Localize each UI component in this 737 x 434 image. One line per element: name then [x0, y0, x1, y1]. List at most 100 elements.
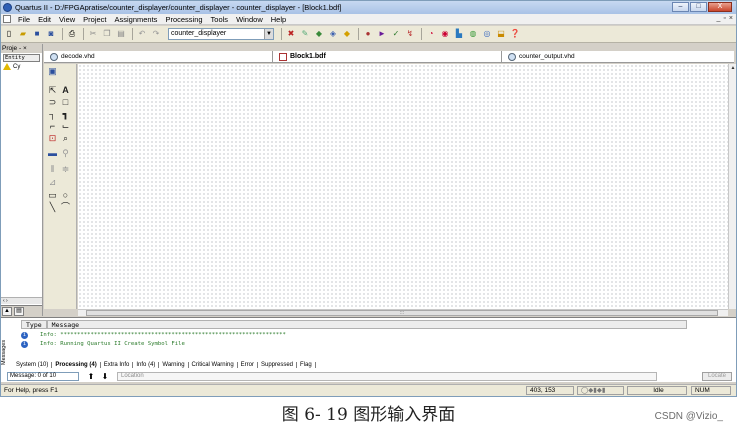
- message-row[interactable]: i Info: *********************************…: [21, 332, 286, 339]
- print-icon[interactable]: ⎙: [66, 28, 78, 40]
- menu-tools[interactable]: Tools: [207, 15, 233, 24]
- settings-icon[interactable]: ◆: [313, 28, 325, 40]
- partial-line-icon[interactable]: ⌐: [47, 121, 58, 132]
- tab-suppressed[interactable]: Suppressed: [258, 362, 298, 368]
- entity-column-header[interactable]: Entity: [3, 54, 40, 62]
- timing-icon[interactable]: ↯: [404, 28, 416, 40]
- close-button[interactable]: X: [708, 2, 732, 12]
- column-message[interactable]: Message: [46, 320, 687, 329]
- project-select[interactable]: counter_displayer ▼: [168, 28, 274, 40]
- flip-vertical-icon[interactable]: ≑: [60, 164, 71, 175]
- select-tool-icon[interactable]: ⇱: [47, 85, 58, 96]
- locate-button[interactable]: Locate: [702, 372, 732, 381]
- menu-view[interactable]: View: [55, 15, 79, 24]
- tab-counter-output-vhd[interactable]: counter_output.vhd: [508, 51, 575, 62]
- save-all-icon[interactable]: ◙: [45, 28, 57, 40]
- menu-help[interactable]: Help: [267, 15, 290, 24]
- block-diagram-canvas[interactable]: [78, 64, 728, 309]
- start-compilation-icon[interactable]: ●: [362, 28, 374, 40]
- paste-icon[interactable]: ▤: [115, 28, 127, 40]
- menu-edit[interactable]: Edit: [34, 15, 55, 24]
- tab-separator: [272, 51, 273, 62]
- find-icon[interactable]: ⚲: [60, 148, 71, 159]
- arrow-up-icon[interactable]: ⬆: [85, 371, 97, 383]
- scrollbar-thumb[interactable]: :::: [86, 310, 718, 316]
- message-row[interactable]: i Info: Running Quartus II Create Symbol …: [21, 341, 185, 348]
- hierarchy-tab-icon[interactable]: ▲: [2, 307, 12, 316]
- timequest-icon[interactable]: ◔: [425, 28, 437, 40]
- menu-project[interactable]: Project: [79, 15, 110, 24]
- pin-tool-icon[interactable]: □: [60, 97, 71, 108]
- assignment-editor-icon[interactable]: ✖: [285, 28, 297, 40]
- synthesis-icon[interactable]: ✓: [390, 28, 402, 40]
- chevron-down-icon[interactable]: ▼: [264, 29, 273, 39]
- doc-close-button[interactable]: ×: [729, 15, 733, 22]
- chip-planner-icon[interactable]: ⬓: [495, 28, 507, 40]
- arc-icon[interactable]: ⌒: [60, 202, 71, 213]
- document-icon[interactable]: [3, 15, 11, 23]
- hierarchy-node[interactable]: Cy: [3, 63, 40, 70]
- new-icon[interactable]: ▯: [3, 28, 15, 40]
- pin-planner-icon[interactable]: ✎: [299, 28, 311, 40]
- doc-restore-button[interactable]: ▫: [723, 15, 725, 22]
- save-icon[interactable]: ■: [31, 28, 43, 40]
- toolbar-separator: [421, 28, 422, 40]
- flip-horizontal-icon[interactable]: ⫴: [47, 164, 58, 175]
- files-tab-icon[interactable]: ▤: [14, 307, 24, 316]
- tab-processing[interactable]: Processing (4): [52, 362, 101, 368]
- tab-flag[interactable]: Flag: [297, 362, 316, 368]
- canvas-horizontal-scrollbar[interactable]: :::: [78, 309, 728, 316]
- orthogonal-node-icon[interactable]: ┐: [47, 109, 58, 120]
- menu-assignments[interactable]: Assignments: [111, 15, 162, 24]
- chip-icon[interactable]: ◈: [327, 28, 339, 40]
- orthogonal-bus-icon[interactable]: ┓: [60, 109, 71, 120]
- project-navigator-header[interactable]: Proje - ×: [1, 44, 42, 53]
- text-tool-icon[interactable]: A: [60, 85, 71, 96]
- tab-error[interactable]: Error: [238, 362, 258, 368]
- block-diagram-file-icon: [279, 52, 287, 61]
- line-icon[interactable]: ╲: [47, 202, 58, 213]
- open-icon[interactable]: ▰: [17, 28, 29, 40]
- sopc-icon[interactable]: ◎: [481, 28, 493, 40]
- undo-icon[interactable]: ↶: [136, 28, 148, 40]
- pin-toolbar-icon[interactable]: ▣: [47, 66, 58, 77]
- navigator-horizontal-scrollbar[interactable]: ‹ ›: [1, 297, 42, 304]
- tab-info[interactable]: Info (4): [133, 362, 160, 368]
- full-screen-icon[interactable]: ▬: [47, 148, 58, 159]
- use-rubberbanding-icon[interactable]: ⌙: [60, 121, 71, 132]
- minimize-button[interactable]: –: [672, 2, 689, 12]
- vhdl-file-icon: [508, 52, 516, 61]
- tab-block1-bdf[interactable]: Block1.bdf: [279, 51, 326, 62]
- help-icon[interactable]: ❓: [509, 28, 521, 40]
- megawizard-icon[interactable]: ◍: [467, 28, 479, 40]
- doc-minimize-button[interactable]: _: [717, 15, 721, 22]
- tab-decode-vhd[interactable]: decode.vhd: [50, 51, 95, 62]
- scroll-up-icon[interactable]: ▲: [729, 64, 736, 72]
- tab-critical-warning[interactable]: Critical Warning: [189, 362, 238, 368]
- menu-window[interactable]: Window: [232, 15, 267, 24]
- redo-icon[interactable]: ↷: [150, 28, 162, 40]
- tab-system[interactable]: System (10): [13, 362, 53, 368]
- maximize-button[interactable]: □: [690, 2, 707, 12]
- menu-file[interactable]: File: [14, 15, 34, 24]
- analysis-icon[interactable]: ►: [376, 28, 388, 40]
- conduit-line-icon[interactable]: ⊡: [47, 133, 58, 144]
- column-type[interactable]: Type: [21, 320, 47, 329]
- device-icon: [3, 63, 11, 70]
- stop-icon[interactable]: ◆: [341, 28, 353, 40]
- symbol-tool-icon[interactable]: ⊃: [47, 97, 58, 108]
- rectangle-icon[interactable]: ▭: [47, 190, 58, 201]
- cut-icon[interactable]: ✂: [87, 28, 99, 40]
- location-field[interactable]: Location: [117, 372, 657, 381]
- rotate-icon[interactable]: ⊿: [47, 177, 58, 188]
- tab-warning[interactable]: Warning: [159, 362, 189, 368]
- menu-processing[interactable]: Processing: [161, 15, 206, 24]
- tab-extra-info[interactable]: Extra Info: [101, 362, 134, 368]
- zoom-tool-icon[interactable]: ⌕: [60, 133, 71, 144]
- netlist-viewer-icon[interactable]: ◉: [439, 28, 451, 40]
- canvas-vertical-scrollbar[interactable]: ▲: [728, 64, 736, 309]
- programmer-icon[interactable]: ▙: [453, 28, 465, 40]
- oval-icon[interactable]: ○: [60, 190, 71, 201]
- copy-icon[interactable]: ❐: [101, 28, 113, 40]
- arrow-down-icon[interactable]: ⬇: [99, 371, 111, 383]
